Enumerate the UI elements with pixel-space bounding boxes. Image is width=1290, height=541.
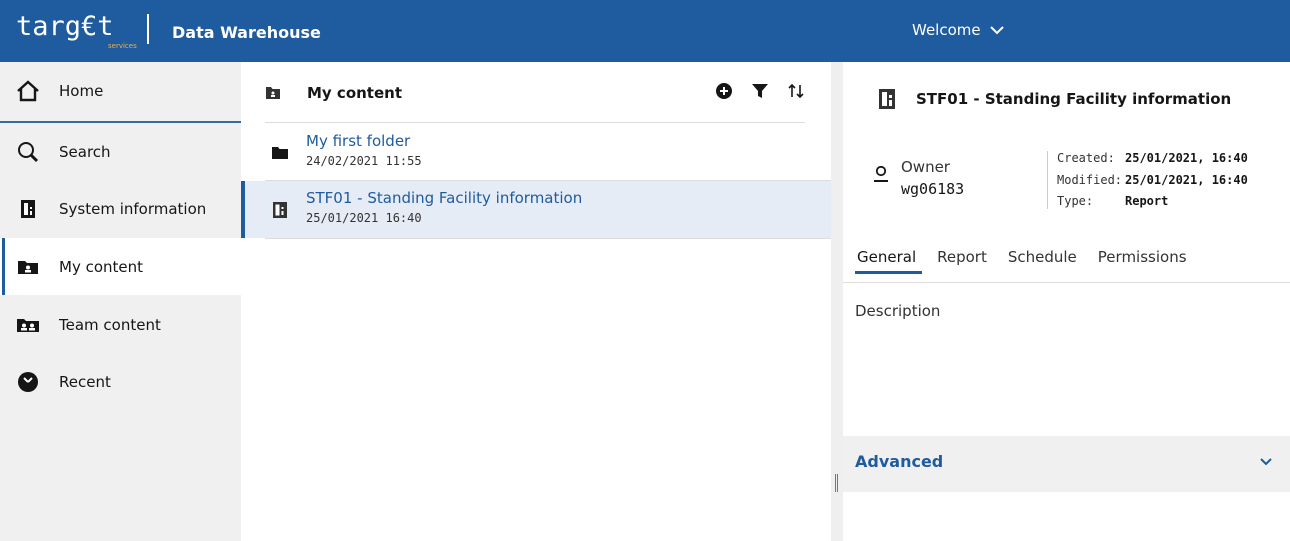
team-folder-icon bbox=[16, 313, 40, 337]
details-panel: STF01 - Standing Facility information Ow… bbox=[843, 62, 1290, 541]
advanced-section-toggle[interactable]: Advanced bbox=[843, 436, 1290, 492]
home-icon bbox=[16, 79, 40, 103]
meta-divider bbox=[1047, 151, 1048, 209]
filter-icon[interactable] bbox=[751, 82, 769, 100]
report-icon bbox=[273, 202, 287, 218]
modified-value: 25/01/2021, 16:40 bbox=[1125, 173, 1248, 187]
advanced-label: Advanced bbox=[855, 452, 944, 471]
panel-splitter[interactable] bbox=[831, 62, 843, 541]
content-list-header: My content bbox=[265, 78, 805, 108]
top-header: targ€t services Data Warehouse Welcome bbox=[0, 0, 1290, 62]
add-icon[interactable] bbox=[715, 82, 733, 100]
report-icon bbox=[879, 89, 895, 109]
sidebar-item-home[interactable]: Home bbox=[0, 62, 241, 119]
chevron-down-icon bbox=[1260, 458, 1272, 466]
list-toolbar bbox=[715, 82, 805, 100]
list-item-stf01[interactable]: STF01 - Standing Facility information 25… bbox=[241, 181, 831, 238]
tab-permissions[interactable]: Permissions bbox=[1098, 246, 1195, 274]
sidebar-item-system-information[interactable]: System information bbox=[0, 180, 241, 237]
description-label: Description bbox=[855, 302, 941, 320]
sidebar-item-label: Search bbox=[59, 142, 111, 161]
sidebar-item-label: My content bbox=[59, 257, 144, 276]
my-content-folder-icon bbox=[266, 87, 280, 99]
tab-general[interactable]: General bbox=[854, 246, 924, 274]
tab-schedule[interactable]: Schedule bbox=[1008, 246, 1085, 274]
chevron-down-icon bbox=[989, 26, 1004, 35]
content-list-panel: My content My first folder 24/02/2021 11… bbox=[241, 62, 831, 541]
report-icon bbox=[16, 197, 40, 221]
list-item-name[interactable]: STF01 - Standing Facility information bbox=[306, 189, 582, 207]
folder-icon bbox=[272, 147, 288, 159]
modified-label: Modified: bbox=[1057, 173, 1123, 187]
sidebar-item-label: Home bbox=[59, 81, 104, 100]
type-value: Report bbox=[1125, 194, 1169, 208]
my-content-folder-icon bbox=[16, 255, 40, 279]
sidebar: Home Search System information My conten… bbox=[0, 62, 241, 541]
clock-icon bbox=[16, 370, 40, 394]
list-divider bbox=[265, 122, 805, 123]
type-label: Type: bbox=[1057, 194, 1094, 208]
created-label: Created: bbox=[1057, 151, 1115, 165]
sidebar-item-recent[interactable]: Recent bbox=[0, 353, 241, 410]
owner-label: Owner bbox=[901, 158, 950, 176]
tabs-divider bbox=[843, 282, 1290, 283]
logo-divider bbox=[147, 14, 149, 44]
modified-meta: Modified: 25/01/2021, 16:40 bbox=[1057, 173, 1248, 187]
user-icon bbox=[874, 165, 888, 182]
logo-subtext: services bbox=[108, 42, 137, 50]
list-divider bbox=[265, 238, 831, 239]
type-meta: Type: Report bbox=[1057, 194, 1168, 208]
logo-text: targ€t bbox=[16, 11, 114, 42]
sidebar-item-label: Team content bbox=[59, 315, 161, 334]
details-title: STF01 - Standing Facility information bbox=[916, 90, 1232, 108]
welcome-label: Welcome bbox=[912, 21, 981, 39]
sidebar-item-search[interactable]: Search bbox=[0, 123, 241, 180]
sidebar-item-team-content[interactable]: Team content bbox=[0, 296, 241, 353]
tab-report[interactable]: Report bbox=[937, 246, 995, 274]
sidebar-item-label: Recent bbox=[59, 372, 111, 391]
sort-icon[interactable] bbox=[787, 82, 805, 100]
details-header: STF01 - Standing Facility information bbox=[878, 88, 1231, 110]
sidebar-item-label: System information bbox=[59, 199, 207, 218]
details-tabs: General Report Schedule Permissions bbox=[854, 246, 1208, 274]
list-item-my-first-folder[interactable]: My first folder 24/02/2021 11:55 bbox=[241, 124, 831, 181]
list-item-date: 25/01/2021 16:40 bbox=[306, 211, 422, 225]
list-item-name[interactable]: My first folder bbox=[306, 132, 410, 150]
created-meta: Created: 25/01/2021, 16:40 bbox=[1057, 151, 1248, 165]
sidebar-item-my-content[interactable]: My content bbox=[0, 238, 241, 295]
created-value: 25/01/2021, 16:40 bbox=[1125, 151, 1248, 165]
owner-value: wg06183 bbox=[901, 180, 965, 198]
drag-handle-icon[interactable] bbox=[835, 474, 838, 492]
welcome-menu[interactable]: Welcome bbox=[912, 21, 1004, 39]
app-title: Data Warehouse bbox=[172, 23, 321, 42]
list-item-date: 24/02/2021 11:55 bbox=[306, 154, 422, 168]
content-list-title: My content bbox=[307, 84, 402, 102]
search-icon bbox=[16, 140, 40, 164]
target-logo[interactable]: targ€t services bbox=[16, 11, 149, 50]
